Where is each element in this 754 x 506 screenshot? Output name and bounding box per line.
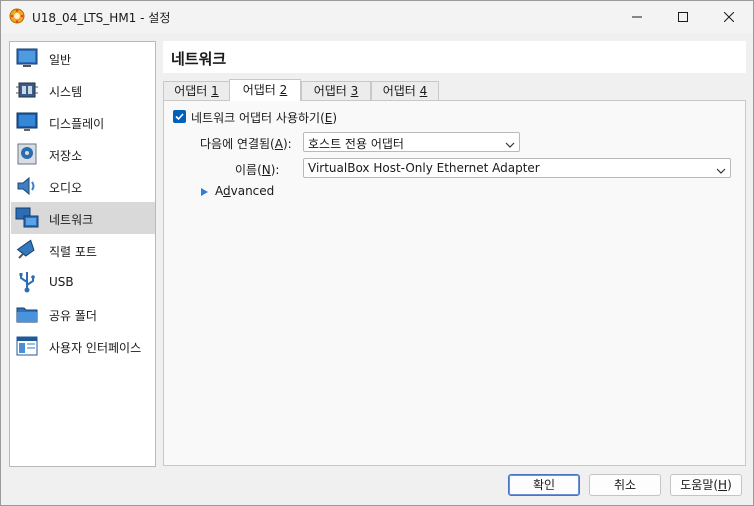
adapter-name-select[interactable]: VirtualBox Host-Only Ethernet Adapter	[303, 158, 731, 178]
window-title: U18_04_LTS_HM1 - 설정	[32, 11, 171, 25]
system-chip-icon	[15, 78, 39, 102]
label-mnemonic: A	[274, 137, 283, 151]
title-bar: U18_04_LTS_HM1 - 설정	[1, 1, 753, 33]
enable-adapter-label[interactable]: 네트워크 어댑터 사용하기(E)	[191, 109, 337, 126]
label-mnemonic: d	[223, 184, 231, 198]
adapter-name-value: VirtualBox Host-Only Ethernet Adapter	[308, 161, 540, 175]
sidebar-item-label: 시스템	[49, 85, 83, 99]
expand-arrow-icon[interactable]	[200, 186, 209, 200]
storage-disk-icon	[15, 142, 39, 166]
label-text: ):	[270, 163, 280, 177]
cancel-button[interactable]: 취소	[589, 474, 661, 496]
tab-mnemonic: 4	[419, 84, 428, 98]
label-text: 도움말(	[680, 478, 719, 492]
sidebar-item-label: 저장소	[49, 149, 83, 163]
label-text: vanced	[230, 184, 275, 198]
label-text: A	[215, 184, 223, 198]
label-text: )	[332, 111, 338, 125]
sidebar-item-usb[interactable]: USB	[11, 266, 155, 298]
tab-mnemonic: 3	[350, 84, 359, 98]
settings-sidebar: 일반 시스템 디스플레이 저장소 오디오 네트워크 직렬 포트 USB 공유 폴…	[9, 41, 156, 467]
sidebar-item-shared-folder[interactable]: 공유 폴더	[11, 298, 155, 330]
sidebar-item-user-interface[interactable]: 사용자 인터페이스	[11, 330, 155, 362]
tab-mnemonic: 1	[211, 84, 219, 98]
tab-label: 어댑터	[242, 83, 280, 97]
tab-adapter-2[interactable]: 어댑터 2	[229, 79, 301, 101]
tab-label: 어댑터	[313, 84, 351, 98]
help-button[interactable]: 도움말(H)	[670, 474, 742, 496]
tab-label: 어댑터	[382, 84, 420, 98]
attached-to-label: 다음에 연결됨(A):	[200, 135, 292, 152]
sidebar-item-network[interactable]: 네트워크	[11, 202, 155, 234]
settings-window: U18_04_LTS_HM1 - 설정 일반 시스템 디스플레이 저장소 오디오…	[0, 0, 754, 506]
tab-mnemonic: 2	[279, 83, 288, 97]
sidebar-item-serial-port[interactable]: 직렬 포트	[11, 234, 155, 266]
label-text: 네트워크 어댑터 사용하기(	[191, 111, 325, 125]
label-text: )	[727, 478, 732, 492]
tab-label: 어댑터	[174, 84, 212, 98]
maximize-button[interactable]	[660, 1, 706, 32]
sidebar-item-label: 오디오	[49, 181, 83, 195]
label-text: 다음에 연결됨(	[200, 137, 275, 151]
label-mnemonic: H	[718, 478, 728, 492]
chevron-down-icon	[716, 164, 726, 178]
close-button[interactable]	[706, 1, 752, 32]
shared-folder-icon	[15, 302, 39, 326]
sidebar-item-label: 직렬 포트	[49, 245, 97, 259]
ok-button[interactable]: 확인	[508, 474, 580, 496]
chevron-down-icon	[505, 138, 515, 152]
sidebar-item-label: 공유 폴더	[49, 309, 97, 323]
label-text: 이름(	[235, 163, 262, 177]
page-title: 네트워크	[171, 50, 227, 68]
tab-adapter-4[interactable]: 어댑터 4	[371, 81, 439, 101]
label-mnemonic: N	[261, 163, 271, 177]
usb-icon	[15, 270, 39, 294]
tab-adapter-1[interactable]: 어댑터 1	[163, 81, 230, 101]
attached-to-value: 호스트 전용 어댑터	[308, 137, 404, 151]
sidebar-item-label: 디스플레이	[49, 117, 105, 131]
sidebar-item-label: USB	[49, 275, 74, 289]
enable-adapter-checkbox[interactable]	[173, 110, 186, 123]
sidebar-item-general[interactable]: 일반	[11, 42, 155, 74]
checkmark-icon	[175, 113, 184, 121]
panel-header: 네트워크	[163, 41, 746, 73]
tab-adapter-3[interactable]: 어댑터 3	[301, 81, 371, 101]
advanced-toggle[interactable]: Advanced	[215, 184, 274, 198]
sidebar-item-storage[interactable]: 저장소	[11, 138, 155, 170]
adapter-settings-pane	[163, 100, 746, 466]
sidebar-item-label: 사용자 인터페이스	[49, 341, 142, 355]
audio-speaker-icon	[15, 174, 39, 198]
virtualbox-app-icon	[9, 8, 25, 24]
sidebar-item-audio[interactable]: 오디오	[11, 170, 155, 202]
sidebar-item-system[interactable]: 시스템	[11, 74, 155, 106]
attached-to-select[interactable]: 호스트 전용 어댑터	[303, 132, 520, 152]
network-icon	[15, 206, 39, 230]
label-text: ):	[282, 137, 292, 151]
minimize-button[interactable]	[614, 1, 660, 32]
sidebar-item-label: 일반	[49, 53, 72, 67]
display-monitor-icon	[15, 110, 39, 134]
general-icon	[15, 46, 39, 70]
sidebar-item-label: 네트워크	[49, 213, 94, 227]
serial-port-icon	[15, 238, 39, 262]
user-interface-icon	[15, 334, 39, 358]
name-label: 이름(N):	[235, 161, 279, 178]
sidebar-item-display[interactable]: 디스플레이	[11, 106, 155, 138]
